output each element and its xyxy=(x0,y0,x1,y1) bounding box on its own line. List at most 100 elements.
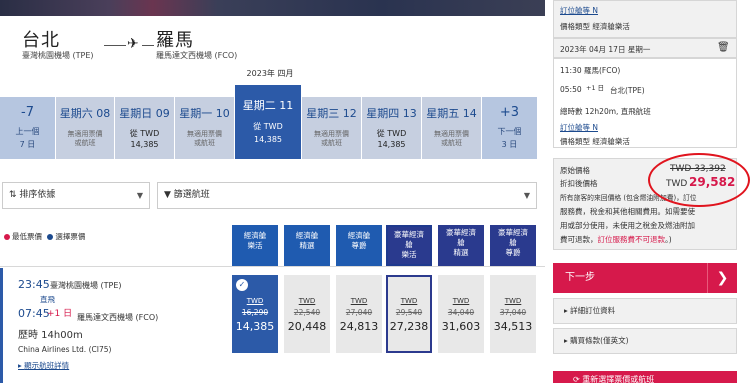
date-no-fare-2: 或航班 xyxy=(74,139,96,147)
arrival-airport: 羅馬達文西機場 (FCO) xyxy=(77,313,159,322)
fare-currency: TWD xyxy=(452,297,470,305)
price-note-red: 訂位服務費不可退款 xyxy=(597,235,666,244)
return-flight-summary: 11:30 羅馬(FCO) 05:50 +1 日 台北(TPE) 總時數 12h… xyxy=(553,58,737,148)
class-header-line: 樂活 xyxy=(247,241,263,250)
fare-premium-standard[interactable]: TWD 34,040 31,603 xyxy=(438,275,484,353)
refresh-icon: ⟳ xyxy=(573,375,583,383)
flight-duration: 歷時 14h00m xyxy=(18,330,83,341)
selected-fare-icon xyxy=(47,234,54,240)
sort-dropdown[interactable]: ⇅ 排序依據 ▼ xyxy=(2,182,150,209)
date-cell-sun-09[interactable]: 星期日 09 從 TWD 14,385 xyxy=(115,97,174,159)
date-price: 14,385 xyxy=(254,135,282,144)
class-header-line: 豪華經濟 xyxy=(394,230,424,239)
class-header-line: 樂活 xyxy=(401,250,417,259)
booking-class-link[interactable]: 訂位艙等 N xyxy=(560,122,598,133)
date-price: 14,385 xyxy=(377,140,406,149)
flight-details-link[interactable]: ▸ 顯示航班詳情 xyxy=(18,360,69,371)
fare-economy-standard[interactable]: TWD 22,540 20,448 xyxy=(284,275,330,353)
next-step-button[interactable]: 下一步 ❯ xyxy=(553,263,737,293)
route-line-left xyxy=(104,45,126,46)
class-header-line: 艙 xyxy=(509,238,517,247)
class-header-line: 豪華經濟 xyxy=(446,228,476,237)
date-no-fare-2: 或航班 xyxy=(194,139,215,147)
fare-price: 27,238 xyxy=(389,320,429,333)
price-note-4-text: 費可退款， xyxy=(560,235,598,244)
origin-city: 台北 xyxy=(22,30,60,51)
return-arrival-time: 05:50 xyxy=(560,85,582,94)
purchase-terms-label: 購買條款(僅英文) xyxy=(570,336,629,345)
date-cell-tue-11-selected[interactable]: 星期二 11 從 TWD 14,385 xyxy=(235,85,301,159)
booking-class-link-top[interactable]: 訂位艙等 N xyxy=(560,5,598,16)
date-cell-sat-08[interactable]: 星期六 08 無適用票價 或航班 xyxy=(56,97,114,159)
booking-details-accordion[interactable]: ▸ 詳細訂位資料 xyxy=(553,298,737,324)
date-no-fare: 無適用票價 xyxy=(314,130,349,138)
class-header-line: 尊爵 xyxy=(351,241,367,250)
date-cell-mon-10[interactable]: 星期一 10 無適用票價 或航班 xyxy=(175,97,234,159)
return-date: 2023年 04月 17日 星期一 xyxy=(560,45,651,54)
fare-original: 27,040 xyxy=(345,308,373,317)
date-price-prefix: 從 TWD xyxy=(129,129,160,138)
prev-days-sub2: 7 日 xyxy=(19,140,36,149)
fare-price: 20,448 xyxy=(287,320,327,333)
original-price-label: 原始價格 xyxy=(560,166,590,175)
date-label: 星期日 09 xyxy=(119,107,170,120)
filter-label: 篩選航班 xyxy=(173,190,210,200)
date-cell-thu-13[interactable]: 星期四 13 從 TWD 14,385 xyxy=(362,97,421,159)
fare-currency: TWD xyxy=(298,297,316,305)
return-duration: 總時數 12h20m, 直飛航班 xyxy=(560,107,651,116)
arrival-plus-day: +1 日 xyxy=(47,309,73,319)
reselect-fare-button[interactable]: ⟳ 重新選擇票價或航班 xyxy=(553,371,737,383)
next-step-label: 下一步 xyxy=(565,272,595,283)
purchase-terms-accordion[interactable]: ▸ 購買條款(僅英文) xyxy=(553,328,737,354)
next-days-sub2: 3 日 xyxy=(501,140,518,149)
class-header-line: 精選 xyxy=(299,241,315,250)
fare-premium-basic[interactable]: TWD 29,540 27,238 xyxy=(386,275,432,353)
date-label: 星期二 11 xyxy=(242,99,294,112)
departure-time: 23:45 xyxy=(18,278,50,291)
fare-price: 24,813 xyxy=(339,320,379,333)
fare-economy-flex[interactable]: TWD 27,040 24,813 xyxy=(336,275,382,353)
fare-economy-basic[interactable]: ✓ TWD 16,290 14,385 xyxy=(232,275,278,353)
prev-7-days-button[interactable]: -7 上一個 7 日 xyxy=(0,97,55,159)
class-header-line: 艙 xyxy=(405,240,413,249)
return-date-bar: 2023年 04月 17日 星期一 🗑 xyxy=(553,38,737,58)
legend-lowest: 最低票價 xyxy=(12,232,42,241)
route-line-right xyxy=(142,45,154,46)
price-note-2: 服務費，稅金和其他相關費用。如需要使 xyxy=(560,207,695,216)
date-label: 星期四 13 xyxy=(366,107,417,120)
class-header-line: 尊爵 xyxy=(505,248,521,257)
class-header-premium-flex: 豪華經濟 艙 尊爵 xyxy=(490,225,536,266)
class-header-line: 經濟艙 xyxy=(295,231,319,240)
fare-original: 37,040 xyxy=(499,308,527,317)
chevron-down-icon: ▼ xyxy=(136,191,143,200)
hero-image xyxy=(0,0,545,16)
sort-label: 排序依據 xyxy=(19,190,56,200)
fare-legend: 最低票價 選擇票價 xyxy=(4,231,85,242)
date-no-fare-2: 或航班 xyxy=(321,139,342,147)
fare-original: 16,290 xyxy=(241,308,269,317)
class-header-economy-flex: 經濟艙 尊爵 xyxy=(336,225,382,266)
date-no-fare-2: 或航班 xyxy=(441,139,462,147)
class-header-line: 豪華經濟 xyxy=(498,228,528,237)
fare-premium-flex[interactable]: TWD 37,040 34,513 xyxy=(490,275,536,353)
filter-dropdown[interactable]: ▼ 篩選航班 ▼ xyxy=(157,182,537,209)
fare-price: 14,385 xyxy=(235,320,275,333)
trash-icon[interactable]: 🗑 xyxy=(717,42,730,53)
class-header-line: 精選 xyxy=(453,248,469,257)
class-header-premium-standard: 豪華經濟 艙 精選 xyxy=(438,225,484,266)
fare-currency: TWD xyxy=(246,297,264,305)
calendar-month: 2023年 四月 xyxy=(246,69,294,78)
date-cell-wed-12[interactable]: 星期三 12 無適用票價 或航班 xyxy=(302,97,361,159)
filter-icon: ▼ xyxy=(164,190,174,200)
date-price-prefix: 從 TWD xyxy=(253,122,283,131)
return-arrival-place: 台北(TPE) xyxy=(610,86,645,95)
date-selector: -7 上一個 7 日 星期六 08 無適用票價 或航班 星期日 09 從 TWD… xyxy=(0,85,545,159)
next-3-days-button[interactable]: +3 下一個 3 日 xyxy=(482,97,537,159)
date-no-fare: 無適用票價 xyxy=(187,130,222,138)
date-cell-fri-14[interactable]: 星期五 14 無適用票價 或航班 xyxy=(422,97,481,159)
fare-type: 價格類型 經濟艙樂活 xyxy=(560,137,630,146)
flight-details-text: 顯示航班詳情 xyxy=(24,361,70,370)
date-label: 星期三 12 xyxy=(306,107,357,120)
date-price-prefix: 從 TWD xyxy=(376,129,407,138)
prev-days-sub1: 上一個 xyxy=(15,127,40,136)
